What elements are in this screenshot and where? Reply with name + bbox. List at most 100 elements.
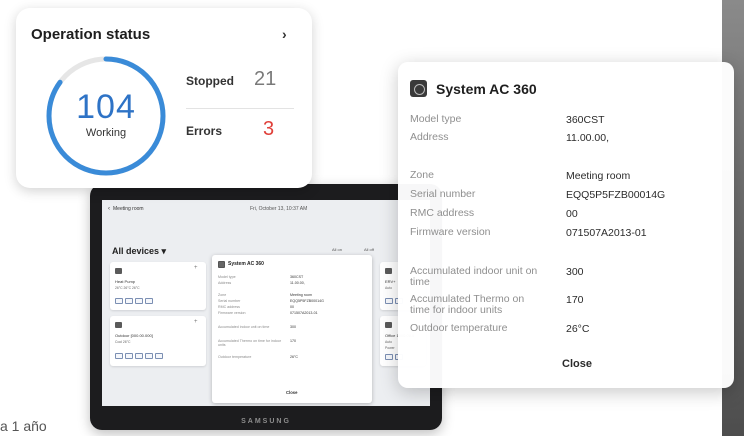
- zone-label: Zone: [410, 169, 434, 181]
- popup-close-button[interactable]: Close: [286, 390, 297, 395]
- tablet-devices-title[interactable]: All devices ▾: [112, 246, 166, 257]
- popup-row: Outdoor temperature 26°C: [218, 355, 368, 359]
- mode-button[interactable]: [135, 298, 143, 304]
- popup-title: System AC 360: [228, 261, 264, 267]
- popup-row-value: 300: [290, 325, 296, 329]
- device-values: 26°C 26°C 26°C: [115, 286, 140, 290]
- back-arrow-icon[interactable]: ‹: [108, 206, 110, 212]
- mode-button[interactable]: [115, 298, 123, 304]
- tablet-back-label[interactable]: Meeting room: [113, 206, 144, 212]
- tablet-datetime: Fri, October 13, 10:37 AM: [250, 206, 308, 212]
- popup-row-label: RMC address: [218, 305, 240, 309]
- serial-label: Serial number: [410, 188, 476, 200]
- mode-button[interactable]: [145, 298, 153, 304]
- model-type-row: Model type 360CST: [410, 114, 710, 134]
- errors-count: 3: [263, 118, 275, 140]
- popup-row-label: Accumulated indoor unit on time: [218, 325, 270, 329]
- popup-row-value: EQQ5P5FZB00014G: [290, 299, 324, 303]
- popup-row-value: 11.00.00,: [290, 281, 305, 285]
- tablet-device: ‹ Meeting room Fri, October 13, 10:37 AM…: [90, 184, 442, 430]
- mode-button[interactable]: [385, 354, 393, 360]
- serial-row: Serial number EQQ5P5FZB00014G: [410, 189, 710, 209]
- operation-status-title: Operation status: [31, 26, 151, 43]
- popup-row: Firmware version 071507A2013-01: [218, 311, 368, 315]
- device-values: Power: [385, 346, 395, 350]
- outdoor-temp-label: Outdoor temperature: [410, 322, 508, 334]
- devices-title-text: All devices: [112, 246, 160, 256]
- popup-row: Zone Meeting room: [218, 293, 368, 297]
- mode-button[interactable]: [145, 353, 153, 359]
- thermo-on-time-value: 170: [566, 294, 584, 306]
- device-icon: [385, 322, 392, 328]
- firmware-label: Firmware version: [410, 226, 491, 238]
- popup-row-value: 071507A2013-01: [290, 311, 318, 315]
- popup-row: Model type 360CST: [218, 275, 368, 279]
- popup-row-value: Meeting room: [290, 293, 312, 297]
- device-card[interactable]: + Outdoor [000.00.000] Cool 26°C: [110, 316, 206, 366]
- tablet-screen: ‹ Meeting room Fri, October 13, 10:37 AM…: [102, 200, 430, 406]
- outdoor-temp-value: 26°C: [566, 323, 590, 335]
- firmware-row: Firmware version 071507A2013-01: [410, 227, 710, 247]
- popup-row-label: Accumulated Thermo on time for indoor un…: [218, 339, 282, 347]
- popup-row: Accumulated indoor unit on time: [218, 325, 288, 329]
- popup-row-label: Model type: [218, 275, 236, 279]
- zone-value: Meeting room: [566, 170, 631, 182]
- errors-label: Errors: [186, 124, 223, 138]
- popup-row-label: Serial number: [218, 299, 241, 303]
- stopped-label: Stopped: [186, 74, 234, 88]
- system-info-dialog: System AC 360 Model type 360CST Address …: [398, 62, 734, 388]
- address-row: Address 11.00.00,: [410, 132, 710, 152]
- thermo-on-time-label: Accumulated Thermo on time for indoor un…: [410, 293, 525, 316]
- mode-button[interactable]: [125, 298, 133, 304]
- popup-row-label: Firmware version: [218, 311, 246, 315]
- device-name: ERV+: [385, 279, 396, 284]
- tablet-brand-logo: SAMSUNG: [241, 418, 291, 425]
- indoor-on-time-value: 300: [566, 266, 584, 278]
- close-button[interactable]: Close: [562, 358, 592, 370]
- device-controls: [115, 298, 153, 304]
- device-values: Cool 26°C: [115, 340, 131, 344]
- device-icon: [115, 268, 122, 274]
- mode-button[interactable]: [115, 353, 123, 359]
- device-icon: [115, 322, 122, 328]
- firmware-value: 071507A2013-01: [566, 227, 647, 239]
- expand-icon[interactable]: +: [194, 319, 198, 325]
- device-name: Outdoor [000.00.000]: [115, 333, 153, 338]
- popup-row-label: Outdoor temperature: [218, 355, 252, 359]
- address-label: Address: [410, 131, 449, 143]
- stopped-count: 21: [254, 68, 277, 90]
- model-type-label: Model type: [410, 113, 462, 125]
- serial-value: EQQ5P5FZB00014G: [566, 189, 666, 201]
- rmc-row: RMC address 00: [410, 208, 710, 228]
- mode-button[interactable]: [385, 298, 393, 304]
- working-count: 104: [76, 88, 136, 126]
- mode-button[interactable]: [155, 353, 163, 359]
- mode-button[interactable]: [125, 353, 133, 359]
- mode-button[interactable]: [135, 353, 143, 359]
- popup-row-value: 00: [290, 305, 294, 309]
- dialog-title: System AC 360: [436, 81, 537, 97]
- popup-row-value: 360CST: [290, 275, 304, 279]
- indoor-on-time-row: Accumulated indoor unit on time 300: [410, 266, 710, 290]
- expand-icon[interactable]: +: [194, 265, 198, 271]
- tablet-all-off-button[interactable]: All off: [364, 247, 374, 252]
- tablet-all-on-button[interactable]: All on: [332, 247, 342, 252]
- popup-row-value: 26°C: [290, 355, 299, 359]
- popup-row: Serial number EQQ5P5FZB00014G: [218, 299, 368, 303]
- address-value: 11.00.00,: [566, 132, 610, 144]
- device-card[interactable]: + Heat Pump 26°C 26°C 26°C: [110, 262, 206, 310]
- chevron-right-icon[interactable]: ›: [282, 26, 287, 42]
- operation-status-card[interactable]: Operation status › 104 Working Stopped 2…: [16, 8, 312, 188]
- device-icon: [385, 268, 392, 274]
- caption-text: a 1 año: [0, 418, 47, 434]
- model-type-value: 360CST: [566, 114, 605, 126]
- popup-row-label: Address: [218, 281, 232, 285]
- popup-row: RMC address 00: [218, 305, 368, 309]
- popup-row: Accumulated Thermo on time for indoor un…: [218, 339, 288, 347]
- working-label: Working: [85, 127, 127, 139]
- ac-unit-icon: [218, 261, 225, 268]
- popup-row-label: Zone: [218, 293, 227, 297]
- popup-row: Address 11.00.00,: [218, 281, 368, 285]
- popup-row-value: 170: [290, 339, 296, 343]
- tablet-info-popup: System AC 360 Model type 360CST Address 11…: [212, 255, 372, 403]
